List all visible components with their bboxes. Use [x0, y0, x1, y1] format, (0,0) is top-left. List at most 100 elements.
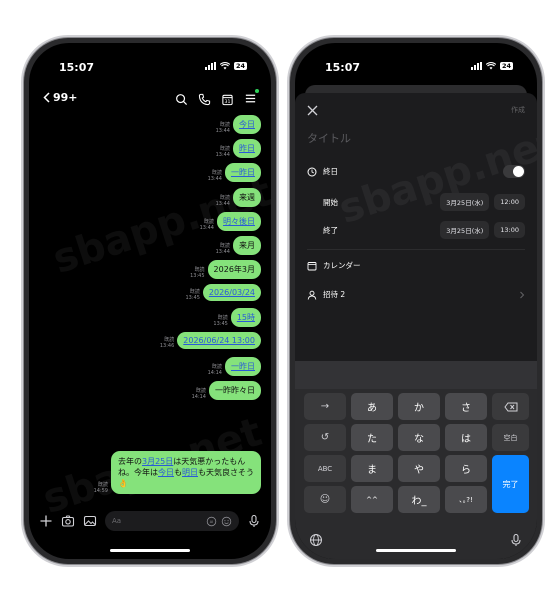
keyboard-bottom-bar: [309, 533, 523, 547]
wifi-icon: [219, 62, 230, 70]
message-bubble[interactable]: 来週: [233, 188, 261, 207]
key-a[interactable]: あ: [351, 393, 393, 420]
globe-icon[interactable]: [309, 533, 323, 547]
message[interactable]: 既読 14:14 一昨昨々日: [192, 381, 261, 400]
dynamic-island: [379, 55, 453, 77]
allday-row: 終日: [307, 165, 525, 178]
notification-dot: [255, 89, 259, 93]
message[interactable]: 既読 13:44 昨日: [216, 139, 261, 158]
message-bubble[interactable]: 2026/06/24 13:00: [177, 332, 261, 349]
phone-calendar: 15:07 24 sbapp.net 作成 タイトル 終日 開始 3月25日(水…: [290, 38, 542, 564]
message-bubble[interactable]: 15時: [230, 308, 261, 327]
chevron-right-icon: [520, 291, 525, 298]
message[interactable]: 既読 14:14 一昨日: [208, 357, 261, 376]
end-row: 終了 3月25日(水) 13:00: [307, 221, 525, 239]
status-bar: 15:07 24: [29, 43, 271, 89]
message[interactable]: 既読 13:45 15時: [213, 308, 261, 327]
status-icons: 24: [470, 62, 513, 70]
message-bubble[interactable]: 2026年3月: [207, 260, 261, 279]
chat-header: 99+ 31: [29, 85, 271, 113]
chevron-left-icon: [43, 92, 50, 103]
key-na[interactable]: な: [398, 424, 440, 451]
status-time: 15:07: [325, 61, 361, 74]
suggestion-bar: [295, 361, 537, 389]
menu-button[interactable]: [244, 89, 259, 109]
date-link[interactable]: 明日: [182, 468, 198, 477]
title-input[interactable]: タイトル: [307, 130, 351, 146]
allday-toggle[interactable]: [503, 165, 525, 178]
status-time: 15:07: [59, 61, 95, 74]
key-sa[interactable]: さ: [445, 393, 487, 420]
calendar-icon: [307, 261, 317, 270]
message-bubble[interactable]: 去年の3月25日は天気悪かったもんね。今年は今日も明日も天気良さそう👌: [111, 451, 261, 494]
plus-icon[interactable]: [39, 514, 53, 528]
start-time[interactable]: 12:00: [494, 194, 525, 210]
message[interactable]: 既読 13:45 2026/03/24: [185, 284, 261, 301]
emoji-icon[interactable]: [221, 516, 232, 527]
calendar-row[interactable]: カレンダー: [307, 260, 525, 271]
invite-label: 招待 2: [323, 290, 346, 299]
end-date[interactable]: 3月25日(水): [440, 221, 490, 239]
backspace-icon: [503, 402, 517, 411]
date-link[interactable]: 今日: [158, 468, 174, 477]
event-screen: 15:07 24 sbapp.net 作成 タイトル 終日 開始 3月25日(水…: [295, 43, 537, 559]
microphone-icon[interactable]: [247, 514, 261, 528]
key-emoji[interactable]: ☺: [304, 486, 346, 513]
date-link[interactable]: 3月25日: [142, 457, 173, 466]
signal-icon: [470, 62, 482, 70]
microphone-icon[interactable]: [509, 533, 523, 547]
message[interactable]: 既読 13:44 来週: [216, 188, 261, 207]
message-bubble[interactable]: 一昨昨々日: [209, 381, 261, 400]
back-button[interactable]: 99+: [43, 91, 78, 104]
message[interactable]: 既読 14:59 去年の3月25日は天気悪かったもんね。今年は今日も明日も天気良さ…: [94, 451, 261, 494]
message[interactable]: 既読 13:44 今日: [216, 115, 261, 134]
message-bubble[interactable]: 明々後日: [217, 212, 261, 231]
calendar-icon[interactable]: 31: [221, 93, 234, 106]
wifi-icon: [485, 62, 496, 70]
message[interactable]: 既読 13:46 2026/06/24 13:00: [160, 332, 261, 349]
message-bubble[interactable]: 2026/03/24: [202, 284, 261, 301]
image-icon[interactable]: [83, 514, 97, 528]
unread-count: 99+: [53, 91, 78, 104]
key-ta[interactable]: た: [351, 424, 393, 451]
key-space[interactable]: 空白: [492, 424, 529, 451]
calendar-label: カレンダー: [323, 261, 361, 270]
key-dakuten[interactable]: ^^: [351, 486, 393, 513]
phone-icon[interactable]: [198, 93, 211, 106]
message[interactable]: 既読 13:44 明々後日: [200, 212, 261, 231]
battery-icon: 24: [499, 62, 513, 70]
battery-icon: 24: [233, 62, 247, 70]
key-abc[interactable]: ABC: [304, 455, 346, 482]
message-bubble[interactable]: 昨日: [233, 139, 261, 158]
phone-chat: 15:07 24 99+ 31 sbapp.net 既読 13:44 今日 既読…: [24, 38, 276, 564]
ai-icon[interactable]: AI: [206, 516, 217, 527]
invite-row[interactable]: 招待 2: [307, 289, 525, 300]
key-ma[interactable]: ま: [351, 455, 393, 482]
camera-icon[interactable]: [61, 514, 75, 528]
create-button[interactable]: 作成: [511, 105, 525, 115]
message-bubble[interactable]: 来月: [233, 236, 261, 255]
key-ka[interactable]: か: [398, 393, 440, 420]
search-icon[interactable]: [175, 93, 188, 106]
key-punct[interactable]: ､｡?!: [445, 486, 487, 513]
start-row: 開始 3月25日(水) 12:00: [307, 193, 525, 211]
key-arrow[interactable]: →: [304, 393, 346, 420]
message[interactable]: 既読 13:44 一昨日: [208, 163, 261, 182]
key-ya[interactable]: や: [398, 455, 440, 482]
message[interactable]: 既読 13:45 2026年3月: [190, 260, 261, 279]
message-input[interactable]: Aa AI: [105, 511, 239, 531]
message-bubble[interactable]: 一昨日: [225, 357, 261, 376]
key-ra[interactable]: ら: [445, 455, 487, 482]
message-bubble[interactable]: 今日: [233, 115, 261, 134]
key-done[interactable]: 完了: [492, 455, 529, 513]
message[interactable]: 既読 13:44 来月: [216, 236, 261, 255]
key-ha[interactable]: は: [445, 424, 487, 451]
key-wa[interactable]: わ_: [398, 486, 440, 513]
end-time[interactable]: 13:00: [494, 222, 525, 238]
delete-key[interactable]: [492, 393, 529, 420]
close-icon[interactable]: [307, 105, 318, 116]
key-undo[interactable]: ↺: [304, 424, 346, 451]
person-icon: [307, 290, 317, 300]
message-bubble[interactable]: 一昨日: [225, 163, 261, 182]
start-date[interactable]: 3月25日(水): [440, 193, 490, 211]
